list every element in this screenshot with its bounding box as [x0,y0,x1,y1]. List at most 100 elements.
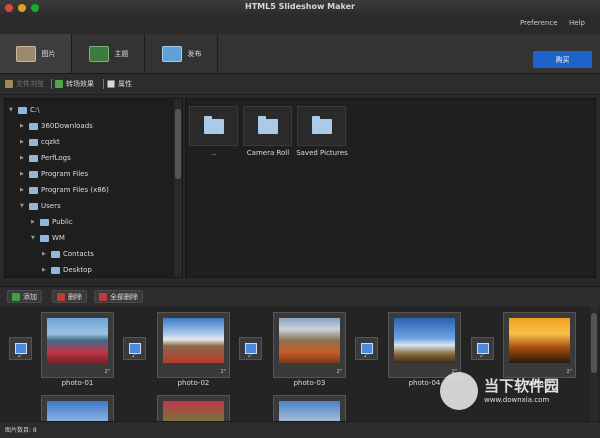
properties-icon [107,80,115,88]
transition-label: 转场效果 [66,80,94,88]
chevron-down-icon[interactable]: ▼ [9,107,15,113]
chevron-right-icon[interactable]: ▶ [20,187,26,193]
slide-duration: 2" [220,369,226,375]
delete-icon [57,292,65,301]
tab-photos[interactable]: 图片 [0,34,72,73]
toolbar-divider [103,79,104,89]
properties-button[interactable]: 属性 [107,79,132,89]
tree-item-cqzkt[interactable]: ▶ cqzkt [20,134,60,150]
photo-thumbnail [279,401,340,421]
tree-item-label: 360Downloads [41,122,93,130]
menu-help[interactable]: Help [569,19,585,27]
slide-photo-03[interactable]: 2" [273,312,346,378]
chevron-right-icon[interactable]: ▶ [20,171,26,177]
file-browser-button[interactable]: 文件浏览 [5,79,44,89]
menu-bar: Preference Help [0,16,600,34]
folder-icon [29,122,38,130]
tree-item-label: Contacts [63,250,94,258]
folder-icon [40,218,49,226]
transition-duration: 2" [17,353,24,359]
tree-item-wm[interactable]: ▼ WM [31,230,65,246]
slide-duration: 2" [104,369,110,375]
slide-photo-02[interactable]: 2" [157,312,230,378]
tree-item-contacts[interactable]: ▶ Contacts [42,246,94,262]
photo-thumbnail [47,401,108,421]
chevron-right-icon[interactable]: ▶ [31,219,37,225]
tree-item-label: Public [52,218,73,226]
title-bar: HTML5 Slideshow Maker [0,0,600,17]
status-bar: 图片数目: 8 [0,421,600,438]
panel-toolbar: 文件浏览 转场效果 属性 [0,74,600,95]
tree-item-program-files-x86[interactable]: ▶ Program Files (x86) [20,182,109,198]
scrollbar-thumb[interactable] [591,313,597,373]
tree-scrollbar[interactable] [174,99,182,277]
tab-theme[interactable]: 主题 [73,34,145,73]
slide-duration: 2" [336,369,342,375]
folder-tile-parent[interactable] [189,106,238,146]
slide-photo-06[interactable] [41,395,114,421]
tree-item-desktop[interactable]: ▶ Desktop [42,262,92,277]
folder-icon [29,154,38,162]
scrollbar-thumb[interactable] [175,109,181,179]
file-browser-label: 文件浏览 [16,80,44,88]
menu-preference[interactable]: Preference [520,19,558,27]
photo-thumbnail [163,401,224,421]
photo-thumbnail [163,318,224,363]
chevron-right-icon[interactable]: ▶ [42,267,48,273]
delete-button[interactable]: 删除 [52,290,87,303]
folder-icon [257,115,278,134]
tab-theme-label: 主题 [114,49,129,58]
tree-item-label: C:\ [30,106,40,114]
slide-label: photo-03 [293,379,326,387]
slide-photo-04[interactable]: 2" [388,312,461,378]
tab-publish[interactable]: 发布 [146,34,218,73]
tree-item-c-drive[interactable]: ▼ C:\ [9,102,40,118]
transition-button[interactable]: 转场效果 [55,79,94,89]
transition-duration: 2" [363,353,370,359]
slide-photo-08[interactable] [273,395,346,421]
drive-icon [18,106,27,114]
slide-label: photo-02 [177,379,210,387]
tree-item-label: Program Files [41,170,89,178]
buy-button[interactable]: 购买 [533,51,592,68]
slide-photo-05[interactable]: 2" [503,312,576,378]
folder-icon [5,80,13,88]
photo-thumbnail [279,318,340,363]
slide-photo-07[interactable] [157,395,230,421]
slide-photo-01[interactable]: 2" [41,312,114,378]
add-label: 添加 [23,292,37,301]
tree-item-label: cqzkt [41,138,60,146]
tab-photos-label: 图片 [41,49,56,58]
chevron-down-icon[interactable]: ▼ [31,235,37,241]
publish-icon [161,45,182,62]
folder-icon [51,250,60,258]
folder-icon [40,234,49,242]
tree-item-public[interactable]: ▶ Public [31,214,73,230]
photo-thumbnail [509,318,570,363]
tree-item-label: WM [52,234,65,242]
slide-label: photo-01 [61,379,94,387]
properties-label: 属性 [118,80,132,88]
chevron-right-icon[interactable]: ▶ [20,123,26,129]
chevron-right-icon[interactable]: ▶ [42,251,48,257]
chevron-down-icon[interactable]: ▼ [20,203,26,209]
folder-tree[interactable]: ▼ C:\ ▶ 360Downloads ▶ cqzkt ▶ PerfLogs … [4,98,183,278]
folder-tile-camera-roll[interactable] [243,106,292,146]
chevron-right-icon[interactable]: ▶ [20,139,26,145]
tree-item-users[interactable]: ▼ Users [20,198,61,214]
file-view[interactable]: .. Camera Roll Saved Pictures [185,98,596,278]
watermark-brand: 当下软件园 [484,377,560,395]
folder-icon [29,170,38,178]
tree-item-perflogs[interactable]: ▶ PerfLogs [20,150,71,166]
delete-all-label: 全部删除 [110,292,138,301]
toolbar-divider [51,79,52,89]
tree-item-label: Users [41,202,61,210]
folder-label: Saved Pictures [296,149,348,157]
tree-item-360downloads[interactable]: ▶ 360Downloads [20,118,93,134]
folder-tile-saved-pictures[interactable] [297,106,346,146]
delete-all-button[interactable]: 全部删除 [94,290,143,303]
chevron-right-icon[interactable]: ▶ [20,155,26,161]
watermark-url: www.downxia.com [484,396,550,404]
tree-item-program-files[interactable]: ▶ Program Files [20,166,88,182]
add-button[interactable]: 添加 [7,290,42,303]
